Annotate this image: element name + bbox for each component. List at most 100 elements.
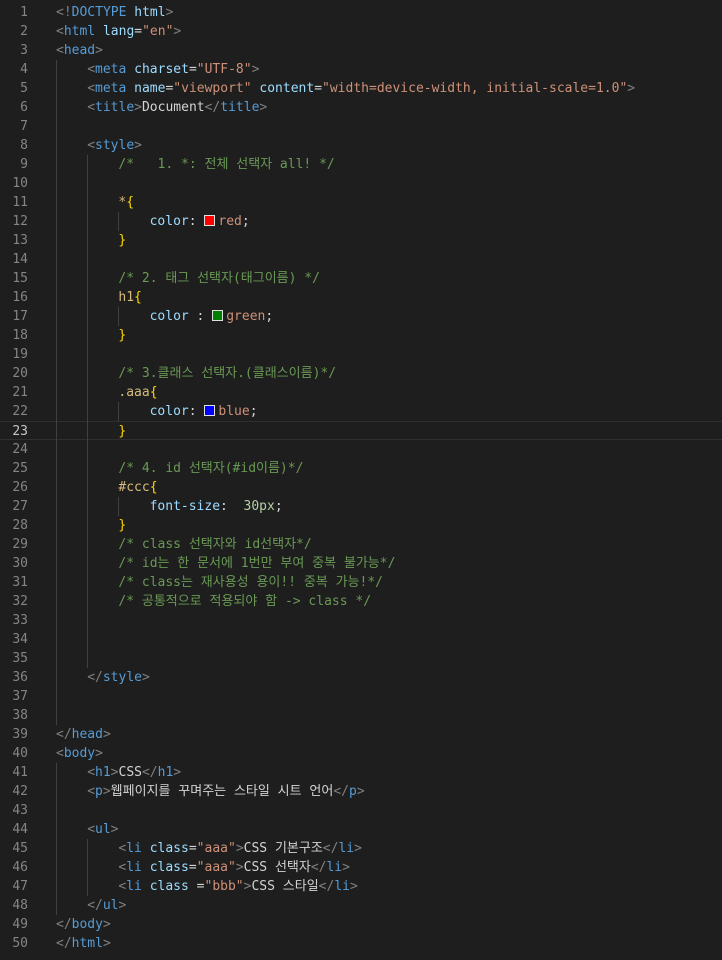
code-line[interactable]: 3 <head> [0, 41, 722, 60]
code-content: } [118, 516, 126, 535]
line-number: 9 [20, 157, 28, 172]
code-line[interactable]: 50 </html> [0, 934, 722, 953]
code-line[interactable]: 11 *{ [0, 193, 722, 212]
code-token: "width=device-width, initial-scale=1.0" [322, 81, 628, 96]
code-content: font-size: 30px; [150, 497, 283, 516]
code-line[interactable]: 26 #ccc{ [0, 478, 722, 497]
code-line[interactable]: 23} [0, 421, 722, 440]
code-token: li [326, 860, 343, 875]
line-number: 21 [12, 385, 28, 400]
code-token: /* class는 재사용성 용이!! 중복 가능!*/ [118, 575, 384, 590]
line-number: 7 [20, 119, 28, 134]
code-token: html [134, 5, 166, 20]
line-number: 36 [12, 670, 28, 685]
code-token: title [95, 100, 135, 115]
code-line[interactable]: 13} [0, 231, 722, 250]
code-token: </ [318, 879, 335, 894]
code-line[interactable]: 44 <ul> [0, 820, 722, 839]
code-line[interactable]: 18} [0, 326, 722, 345]
code-token: = [134, 24, 143, 39]
code-line[interactable]: 22 color: blue; [0, 402, 722, 421]
code-line[interactable]: 10 [0, 174, 722, 193]
line-number: 22 [12, 404, 28, 419]
line-number: 39 [12, 727, 28, 742]
code-line[interactable]: 5 <meta name="viewport" content="width=de… [0, 79, 722, 98]
code-line[interactable]: 7 [0, 117, 722, 136]
code-line[interactable]: 33 [0, 611, 722, 630]
code-line[interactable]: 47 <li class ="bbb">CSS 스타일</li> [0, 877, 722, 896]
code-line[interactable]: 15 /* 2. 태그 선택자(태그이름) */ [0, 269, 722, 288]
code-line[interactable]: 25 /* 4. id 선택자(#id이름)*/ [0, 459, 722, 478]
code-line[interactable]: 17 color : green; [0, 307, 722, 326]
code-line[interactable]: 24 [0, 440, 722, 459]
color-swatch[interactable] [204, 405, 216, 416]
code-line[interactable]: 9 /* 1. *: 전체 선택자 all! */ [0, 155, 722, 174]
code-token: : [220, 499, 244, 514]
code-token: > [235, 841, 244, 856]
code-token: class [149, 860, 189, 875]
code-editor[interactable]: 1 <!DOCTYPE html> 2 <html lang="en"> 3 <head>… [0, 0, 722, 960]
code-line[interactable]: 30 /* id는 한 문서에 1번만 부여 중복 불가능*/ [0, 554, 722, 573]
code-token: "en" [142, 24, 174, 39]
code-token: > [235, 860, 244, 875]
code-line[interactable]: 37 [0, 687, 722, 706]
color-swatch[interactable] [212, 310, 224, 321]
code-token: "aaa" [196, 860, 236, 875]
code-token: } [118, 518, 127, 533]
code-line[interactable]: 21 .aaa{ [0, 383, 722, 402]
code-line[interactable]: 48 </ul> [0, 896, 722, 915]
code-token: color [149, 404, 189, 419]
code-content: <p>웹페이지를 꾸며주는 스타일 시트 언어</p> [87, 782, 364, 801]
code-token: < [87, 784, 96, 799]
code-line[interactable]: 2 <html lang="en"> [0, 22, 722, 41]
code-line[interactable]: 20 /* 3.클래스 선택자.(클래스이름)*/ [0, 364, 722, 383]
code-line[interactable]: 31 /* class는 재사용성 용이!! 중복 가능!*/ [0, 573, 722, 592]
code-content: /* class 선택자와 id선택자*/ [118, 535, 311, 554]
indent-guide [87, 155, 88, 668]
code-token: > [102, 917, 111, 932]
code-line[interactable]: 41 <h1>CSS</h1> [0, 763, 722, 782]
code-token: name [134, 81, 166, 96]
code-token: li [338, 841, 355, 856]
code-line[interactable]: 6 <title>Document</title> [0, 98, 722, 117]
code-token: </ [204, 100, 221, 115]
code-line[interactable]: 49 </body> [0, 915, 722, 934]
line-number: 19 [12, 347, 28, 362]
code-line[interactable]: 46 <li class="aaa">CSS 선택자</li> [0, 858, 722, 877]
line-number: 14 [12, 252, 28, 267]
code-line[interactable]: 43 [0, 801, 722, 820]
code-line[interactable]: 45 <li class="aaa">CSS 기본구조</li> [0, 839, 722, 858]
code-line[interactable]: 4 <meta charset="UTF-8"> [0, 60, 722, 79]
code-line[interactable]: 39 </head> [0, 725, 722, 744]
code-content: </head> [56, 725, 111, 744]
code-line[interactable]: 36 </style> [0, 668, 722, 687]
code-line[interactable]: 35 [0, 649, 722, 668]
code-line[interactable]: 40 <body> [0, 744, 722, 763]
code-line[interactable]: 32 /* 공통적으로 적용되야 함 -> class */ [0, 592, 722, 611]
code-token: : [188, 309, 213, 324]
code-line[interactable]: 1 <!DOCTYPE html> [0, 3, 722, 22]
code-token: body [63, 746, 96, 761]
line-number: 3 [20, 43, 28, 58]
code-line[interactable]: 34 [0, 630, 722, 649]
code-line[interactable]: 28} [0, 516, 722, 535]
code-line[interactable]: 12 color: red; [0, 212, 722, 231]
line-number: 49 [12, 917, 28, 932]
code-line[interactable]: 42 <p>웹페이지를 꾸며주는 스타일 시트 언어</p> [0, 782, 722, 801]
code-line[interactable]: 19 [0, 345, 722, 364]
code-token: < [56, 43, 64, 58]
code-line[interactable]: 16 h1{ [0, 288, 722, 307]
line-number: 27 [12, 499, 28, 514]
line-number: 23 [12, 424, 28, 439]
code-line[interactable]: 29 /* class 선택자와 id선택자*/ [0, 535, 722, 554]
color-swatch[interactable] [204, 215, 216, 226]
code-token: html [71, 936, 103, 951]
code-line[interactable]: 8 <style> [0, 136, 722, 155]
code-line[interactable]: 38 [0, 706, 722, 725]
code-content: /* id는 한 문서에 1번만 부여 중복 불가능*/ [118, 554, 395, 573]
code-token: red [218, 214, 242, 229]
code-line[interactable]: 27 font-size: 30px; [0, 497, 722, 516]
code-line[interactable]: 14 [0, 250, 722, 269]
code-token: li [334, 879, 350, 894]
